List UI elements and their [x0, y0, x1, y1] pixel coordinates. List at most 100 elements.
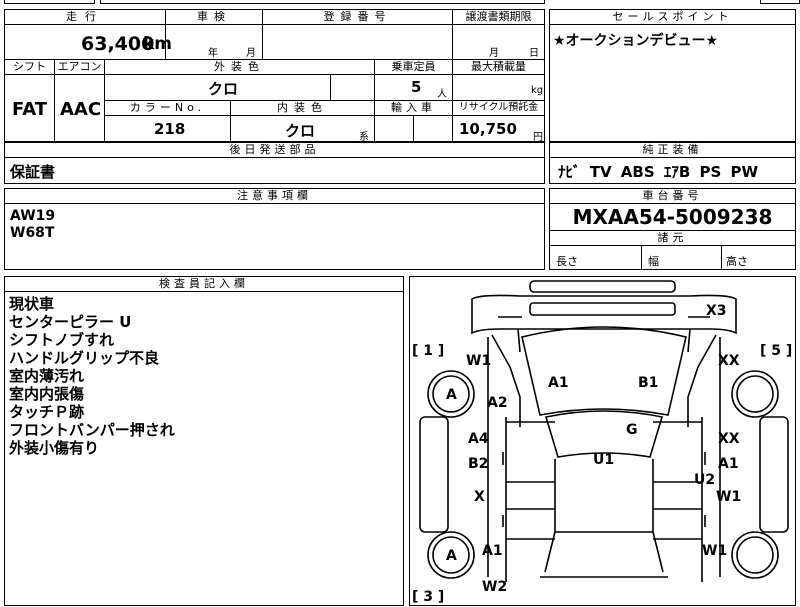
- recycle-cell: 10,750 円: [453, 116, 544, 143]
- mark-xx-right: XX: [718, 353, 740, 369]
- bracket-3: [ 3 ]: [412, 589, 444, 605]
- int-color-value: クロ: [285, 122, 316, 140]
- note-item: 室内薄汚れ: [9, 367, 85, 385]
- mark-w1-right: W1: [716, 489, 741, 505]
- mark-x3: X3: [706, 303, 727, 319]
- aircon-value: AAC: [60, 99, 102, 120]
- ext-color-extra-cell: [331, 75, 375, 101]
- dim-length-cell: 長さ: [550, 246, 642, 269]
- inspection-header: 車検: [166, 10, 263, 25]
- note-item: センターピラー U: [9, 313, 132, 331]
- note-item: 室内内張傷: [9, 385, 85, 403]
- mark-g: G: [626, 422, 638, 438]
- note-item: ハンドルグリップ不良: [9, 349, 160, 367]
- int-color-suffix: 系: [359, 132, 369, 143]
- max-load-cell: kg: [453, 75, 544, 101]
- deadline-month-label: 月: [489, 48, 499, 59]
- reg-no-header: 登録番号: [263, 10, 453, 25]
- mark-xx-right2: XX: [718, 431, 740, 447]
- note-item: フロントバンパー押され: [9, 421, 175, 439]
- ext-color-value: クロ: [208, 80, 239, 98]
- caution-box: 注意事項欄 AW19 W68T: [4, 188, 545, 270]
- inspector-notes-list: 現状車 センターピラー U シフトノブすれ ハンドルグリップ不良 室内薄汚れ 室…: [9, 295, 175, 457]
- sales-point-header: セールスポイント: [550, 10, 795, 25]
- ext-color-header: 外装色: [105, 60, 375, 75]
- mark-a1-right: A1: [718, 456, 739, 472]
- mark-w1-rear-right: W1: [702, 543, 727, 559]
- shift-header: シフト: [5, 60, 55, 75]
- transfer-deadline-cell: 月 日: [453, 25, 544, 60]
- mark-b2: B2: [468, 456, 488, 472]
- mark-w2: W2: [482, 579, 507, 595]
- car-diagram: [ 1 ] [ 5 ] [ 3 ] X3 W1 A A2 A1 B1 XX G …: [412, 280, 792, 605]
- import-cell-a: [375, 116, 414, 143]
- int-color-header: 内装色: [231, 101, 375, 116]
- capacity-header: 乗車定員: [375, 60, 453, 75]
- inspection-year-label: 年: [208, 48, 218, 59]
- later-parts-box: 後日発送部品 保証書: [4, 142, 545, 184]
- aircon-cell: AAC: [55, 75, 105, 143]
- mark-a2: A2: [487, 395, 508, 411]
- inspection-month-label: 月: [246, 48, 256, 59]
- mark-b1-hood: B1: [638, 375, 658, 391]
- max-load-unit: kg: [531, 85, 544, 96]
- note-item: シフトノブすれ: [9, 331, 115, 349]
- caution-line-1: AW19: [10, 208, 56, 224]
- mark-a1-hood: A1: [548, 375, 569, 391]
- aircon-header: エアコン: [55, 60, 105, 75]
- import-cell-b: [414, 116, 453, 143]
- top-fragment-right: [760, 0, 800, 4]
- later-parts-value: 保証書: [10, 163, 56, 181]
- later-parts-header: 後日発送部品: [5, 143, 544, 158]
- shift-cell: FAT: [5, 75, 55, 143]
- chassis-value: MXAA54-5009238: [572, 205, 773, 229]
- top-fragment-left: [4, 0, 95, 4]
- note-item: 外装小傷有り: [9, 439, 100, 457]
- shift-value: FAT: [12, 99, 48, 120]
- mark-x-left: X: [474, 489, 485, 505]
- vehicle-info-table: 走行 車検 登録番号 譲渡書類期限 63,400 km 年 月 月 日 シフト …: [4, 9, 545, 143]
- bracket-1: [ 1 ]: [412, 343, 444, 359]
- capacity-value: 5: [411, 78, 422, 96]
- color-no-value: 218: [154, 120, 186, 138]
- inspector-notes-header: 検査員記入欄: [5, 277, 403, 292]
- bracket-5: [ 5 ]: [760, 343, 792, 359]
- mark-a-wheel-rl: A: [446, 548, 457, 564]
- note-item: タッチＰ跡: [9, 403, 85, 421]
- caution-header: 注意事項欄: [5, 189, 544, 204]
- mark-u1: U1: [593, 452, 614, 468]
- recycle-unit: 円: [533, 132, 543, 143]
- dim-width-label: 幅: [648, 255, 659, 268]
- capacity-unit: 人: [437, 89, 447, 100]
- dim-length-label: 長さ: [556, 255, 578, 268]
- top-fragment-mid: [100, 0, 545, 4]
- mileage-header: 走行: [5, 10, 166, 25]
- mark-w1-left: W1: [466, 353, 491, 369]
- dim-width-cell: 幅: [642, 246, 722, 269]
- car-diagram-box: [ 1 ] [ 5 ] [ 3 ] X3 W1 A A2 A1 B1 XX G …: [409, 276, 796, 606]
- mark-u2: U2: [694, 472, 715, 488]
- inspection-cell: 年 月: [166, 25, 263, 60]
- equipment-box: 純正装備 ﾅﾋﾞ TV ABS ｴｱB PS PW: [549, 142, 796, 184]
- dim-height-label: 高さ: [726, 255, 748, 268]
- note-item: 現状車: [9, 295, 55, 313]
- mark-a1-rear: A1: [482, 543, 503, 559]
- recycle-value: 10,750: [459, 120, 517, 138]
- capacity-cell: 5 人: [375, 75, 453, 101]
- chassis-box: 車台番号 MXAA54-5009238 諸元 長さ 幅 高さ: [549, 188, 796, 270]
- sales-point-text: ★オークションデビュー★: [553, 33, 719, 49]
- int-color-cell: クロ 系: [231, 116, 375, 143]
- sales-point-box: セールスポイント ★オークションデビュー★: [549, 9, 796, 142]
- reg-no-cell: [263, 25, 453, 60]
- dim-height-cell: 高さ: [722, 246, 795, 269]
- mark-a-wheel-fl: A: [446, 387, 457, 403]
- mileage-cell: 63,400 km: [5, 25, 172, 60]
- recycle-header: リサイクル預託金: [453, 101, 544, 116]
- equipment-header: 純正装備: [550, 143, 795, 158]
- import-header: 輸入車: [375, 101, 453, 116]
- max-load-header: 最大積載量: [453, 60, 544, 75]
- chassis-header: 車台番号: [550, 189, 795, 204]
- deadline-day-label: 日: [529, 48, 539, 59]
- transfer-deadline-header: 譲渡書類期限: [453, 10, 544, 25]
- dims-header: 諸元: [550, 230, 795, 246]
